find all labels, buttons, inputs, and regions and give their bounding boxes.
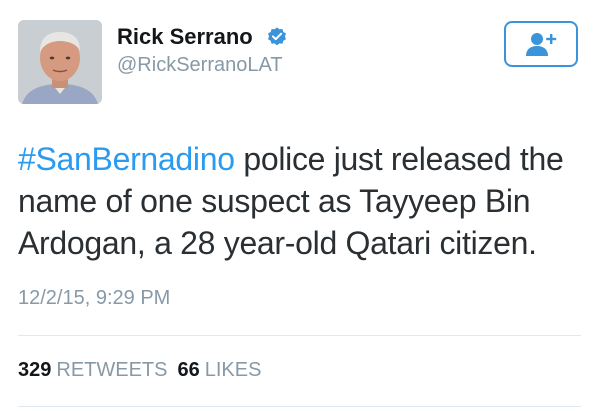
- tweet-text: #SanBernadino police just released the n…: [18, 138, 583, 264]
- avatar-photo-icon: [18, 20, 102, 104]
- divider: [18, 406, 581, 407]
- tweet-stats: 329 RETWEETS 66 LIKES: [18, 358, 261, 382]
- add-user-icon: [526, 33, 557, 56]
- avatar[interactable]: [18, 20, 102, 104]
- retweets-stat[interactable]: 329 RETWEETS: [18, 359, 168, 381]
- author-display-name[interactable]: Rick Serrano: [117, 24, 253, 50]
- hashtag-link[interactable]: #SanBernadino: [18, 141, 235, 177]
- retweets-count: 329: [18, 359, 52, 381]
- tweet-card: Rick Serrano @RickSerranoLAT #SanBernadi…: [0, 0, 599, 411]
- likes-count: 66: [177, 359, 200, 381]
- author-screen-name[interactable]: @RickSerranoLAT: [117, 53, 283, 77]
- verified-badge-icon: [268, 27, 286, 46]
- divider: [18, 335, 581, 336]
- retweets-label: RETWEETS: [56, 359, 168, 381]
- follow-button[interactable]: [504, 21, 578, 67]
- likes-label: LIKES: [204, 359, 262, 381]
- likes-stat[interactable]: 66 LIKES: [178, 359, 262, 381]
- tweet-timestamp[interactable]: 12/2/15, 9:29 PM: [18, 286, 170, 310]
